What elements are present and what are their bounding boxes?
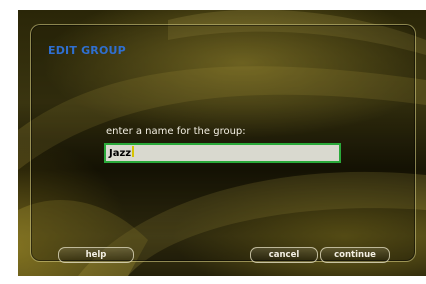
help-button[interactable]: help <box>58 247 134 263</box>
continue-button[interactable]: continue <box>320 247 390 263</box>
group-name-prompt: enter a name for the group: <box>106 126 246 137</box>
group-name-text: Jazz <box>109 148 132 159</box>
group-name-input[interactable]: Jazz <box>104 143 341 163</box>
group-name-value: Jazz <box>109 146 135 161</box>
dialog-title: EDIT GROUP <box>48 44 126 57</box>
cancel-button[interactable]: cancel <box>250 247 318 263</box>
text-caret <box>132 146 135 157</box>
